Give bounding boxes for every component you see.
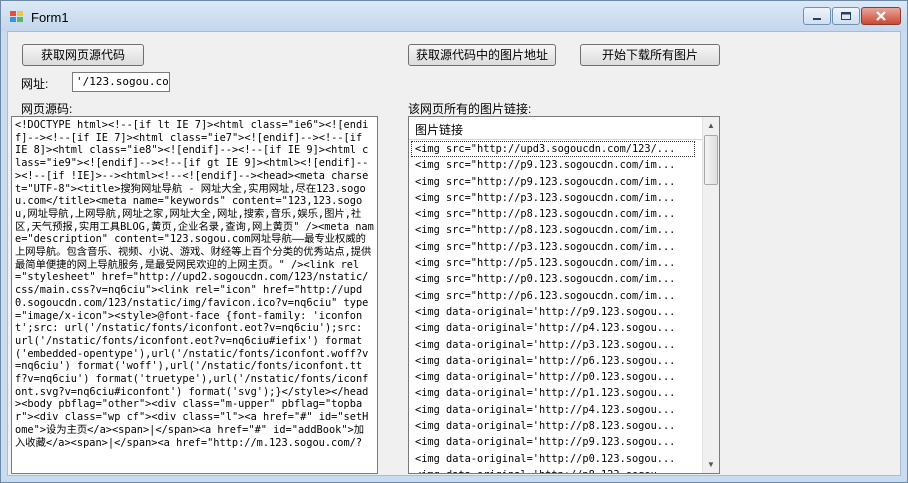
image-link-row[interactable]: <img data-original='http://p0.123.sogou.… [409,451,703,467]
main-window: Form1 获取网页源代码 获取源代码中的图片地址 开始下载所有图片 网址: '… [0,0,908,483]
image-link-row[interactable]: <img src="http://p6.123.sogoucdn.com/im.… [409,288,703,304]
image-link-row[interactable]: <img src="http://p8.123.sogoucdn.com/im.… [409,206,703,222]
scroll-up-icon[interactable]: ▲ [703,117,719,134]
scrollbar-thumb[interactable] [704,135,718,185]
app-icon [10,11,23,22]
image-link-row[interactable]: <img src="http://p5.123.sogoucdn.com/im.… [409,255,703,271]
title-bar[interactable]: Form1 [1,1,907,31]
image-link-row[interactable]: <img data-original='http://p3.123.sogou.… [409,337,703,353]
image-link-row[interactable]: <img data-original='http://p1.123.sogou.… [409,385,703,401]
image-link-row[interactable]: <img src="http://p9.123.sogoucdn.com/im.… [409,174,703,190]
image-link-row[interactable]: <img data-original='http://p8.123.sogou.… [409,418,703,434]
maximize-icon [841,12,851,20]
image-link-row[interactable]: <img data-original='http://p9.123.sogou.… [409,434,703,450]
scroll-down-icon[interactable]: ▼ [703,456,719,473]
window-title: Form1 [31,10,69,25]
image-link-row[interactable]: <img src="http://p0.123.sogoucdn.com/im.… [409,271,703,287]
image-link-row[interactable]: <img data-original='http://p6.123.sogou.… [409,353,703,369]
caption-buttons [802,7,901,27]
image-link-row[interactable]: <img src="http://p3.123.sogoucdn.com/im.… [409,190,703,206]
image-link-row[interactable]: <img data-original='http://p4.123.sogou.… [409,320,703,336]
maximize-button[interactable] [832,7,860,25]
get-source-button[interactable]: 获取网页源代码 [22,44,144,66]
source-text: <!DOCTYPE html><!--[if lt IE 7]><html cl… [15,119,374,449]
image-link-row[interactable]: <img src="http://p8.123.sogoucdn.com/im.… [409,222,703,238]
column-header-label: 图片链接 [415,123,464,137]
form-client-area: 获取网页源代码 获取源代码中的图片地址 开始下载所有图片 网址: '/123.s… [7,31,901,476]
vertical-scrollbar[interactable]: ▲ ▼ [702,117,719,473]
close-icon [876,11,886,21]
download-all-button[interactable]: 开始下载所有图片 [580,44,720,66]
url-input[interactable]: '/123.sogou.com/ [72,72,170,92]
image-link-row[interactable]: <img src="http://p9.123.sogoucdn.com/im.… [409,157,703,173]
source-label: 网页源码: [21,102,73,116]
url-label: 网址: [21,77,49,91]
image-link-row[interactable]: <img data-original='http://p8.123.sogou.… [409,467,703,473]
image-link-row[interactable]: <img data-original='http://p0.123.sogou.… [409,369,703,385]
get-image-urls-button[interactable]: 获取源代码中的图片地址 [408,44,556,66]
source-textbox[interactable]: <!DOCTYPE html><!--[if lt IE 7]><html cl… [11,116,378,474]
image-links-listview[interactable]: 图片链接 <img src="http://upd3.sogoucdn.com/… [408,116,720,474]
minimize-button[interactable] [803,7,831,25]
image-link-row[interactable]: <img data-original='http://p9.123.sogou.… [409,304,703,320]
image-link-row[interactable]: <img data-original='http://p4.123.sogou.… [409,402,703,418]
image-link-row[interactable]: <img src="http://p3.123.sogoucdn.com/im.… [409,239,703,255]
minimize-icon [813,18,821,20]
close-button[interactable] [861,7,901,25]
column-header-image-link[interactable]: 图片链接 [409,117,703,140]
image-link-row[interactable]: <img src="http://upd3.sogoucdn.com/123/.… [411,141,695,158]
image-link-rows: <img src="http://upd3.sogoucdn.com/123/.… [409,141,703,473]
images-label: 该网页所有的图片链接: [408,102,532,116]
